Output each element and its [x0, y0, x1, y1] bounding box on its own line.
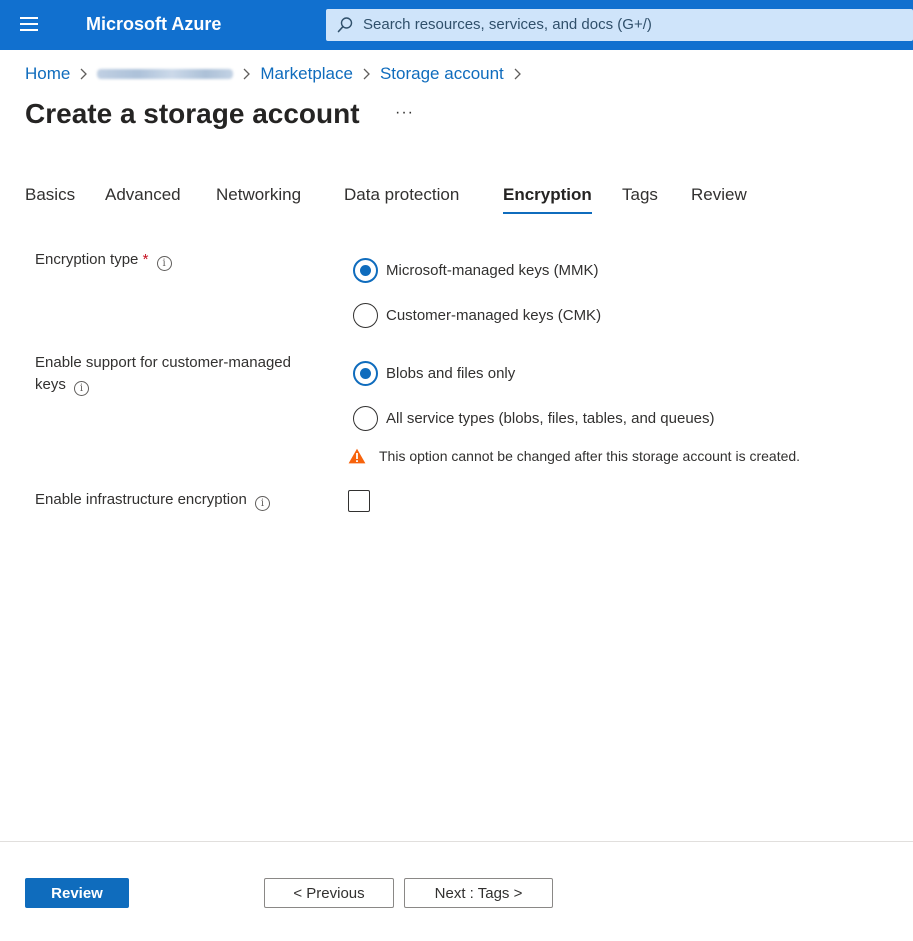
chevron-right-icon — [243, 68, 251, 80]
info-icon[interactable]: i — [74, 381, 90, 396]
breadcrumb: Home Marketplace Storage account — [25, 63, 531, 85]
radio-blobs-files-label: Blobs and files only — [386, 365, 516, 382]
next-tags-button[interactable]: Next : Tags > — [404, 878, 553, 908]
required-indicator: * — [142, 251, 149, 268]
active-tab-indicator — [503, 212, 592, 214]
previous-button[interactable]: < Previous — [264, 878, 394, 908]
radio-mmk-label: Microsoft-managed keys (MMK) — [386, 262, 599, 279]
info-icon[interactable]: i — [254, 496, 270, 511]
review-button[interactable]: Review — [25, 878, 129, 908]
cmk-support-label-line2: keys — [35, 376, 66, 393]
radio-all-services[interactable]: All service types (blobs, files, tables,… — [353, 406, 715, 431]
infra-encryption-label-text: Enable infrastructure encryption — [35, 491, 247, 508]
tab-review[interactable]: Review — [691, 185, 747, 205]
brand-title[interactable]: Microsoft Azure — [86, 14, 221, 35]
breadcrumb-resource-group[interactable] — [97, 69, 234, 79]
radio-cmk-label: Customer-managed keys (CMK) — [386, 307, 602, 324]
tab-tags[interactable]: Tags — [622, 185, 658, 205]
search-placeholder: Search resources, services, and docs (G+… — [363, 16, 652, 33]
tab-encryption[interactable]: Encryption — [503, 185, 592, 205]
cmk-support-label: Enable support for customer-managed keys… — [35, 352, 335, 396]
breadcrumb-home[interactable]: Home — [25, 64, 70, 84]
radio-blobs-files[interactable]: Blobs and files only — [353, 361, 515, 386]
info-icon[interactable]: i — [156, 256, 172, 271]
breadcrumb-marketplace[interactable]: Marketplace — [260, 64, 353, 84]
more-options-icon[interactable]: ··· — [395, 104, 414, 122]
infra-encryption-label: Enable infrastructure encryption i — [35, 489, 270, 511]
radio-all-services-label: All service types (blobs, files, tables,… — [386, 410, 715, 427]
page-title: Create a storage account — [25, 98, 360, 129]
infra-encryption-checkbox[interactable] — [348, 490, 370, 512]
search-input[interactable]: Search resources, services, and docs (G+… — [326, 9, 913, 41]
tab-networking[interactable]: Networking — [216, 185, 301, 205]
cmk-support-label-line2-wrap: keys i — [35, 374, 335, 396]
radio-button[interactable] — [353, 406, 378, 431]
tab-advanced[interactable]: Advanced — [105, 185, 181, 205]
chevron-right-icon — [363, 68, 370, 80]
warning-text: This option cannot be changed after this… — [379, 448, 801, 464]
footer-divider — [0, 841, 913, 842]
top-bar: Microsoft Azure Search resources, servic… — [0, 0, 913, 50]
encryption-type-label: Encryption type * i — [35, 249, 172, 271]
radio-button-selected[interactable] — [353, 361, 378, 386]
radio-button[interactable] — [353, 303, 378, 328]
cmk-support-label-line1: Enable support for customer-managed — [35, 354, 291, 371]
search-icon — [337, 17, 353, 33]
warning-message: This option cannot be changed after this… — [348, 448, 800, 464]
tab-data-protection[interactable]: Data protection — [344, 185, 459, 205]
warning-icon — [348, 448, 366, 464]
chevron-right-icon — [80, 68, 88, 80]
tab-basics[interactable]: Basics — [25, 185, 75, 205]
hamburger-menu-icon[interactable] — [20, 17, 40, 33]
radio-cmk[interactable]: Customer-managed keys (CMK) — [353, 303, 601, 328]
radio-button-selected[interactable] — [353, 258, 378, 283]
encryption-type-label-text: Encryption type — [35, 251, 139, 268]
chevron-right-icon — [514, 68, 521, 80]
radio-mmk[interactable]: Microsoft-managed keys (MMK) — [353, 258, 599, 283]
breadcrumb-storage-account[interactable]: Storage account — [380, 64, 504, 84]
